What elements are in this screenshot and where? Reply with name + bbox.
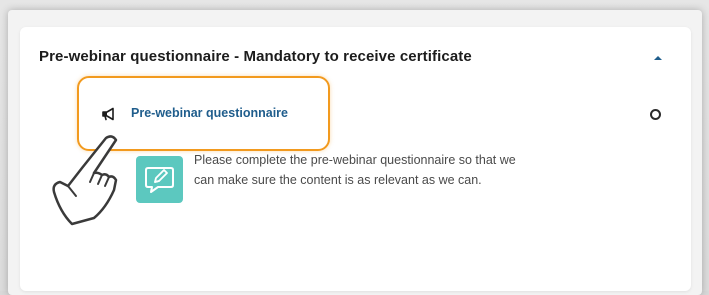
highlight-box <box>77 76 330 151</box>
chat-edit-icon <box>136 156 183 203</box>
item-description: Please complete the pre-webinar question… <box>194 153 516 187</box>
caret-up-icon[interactable] <box>651 53 665 63</box>
section-title: Pre-webinar questionnaire - Mandatory to… <box>39 48 472 65</box>
screenshot-frame: Pre-webinar questionnaire - Mandatory to… <box>0 0 709 295</box>
circle-outline-icon <box>650 109 661 120</box>
